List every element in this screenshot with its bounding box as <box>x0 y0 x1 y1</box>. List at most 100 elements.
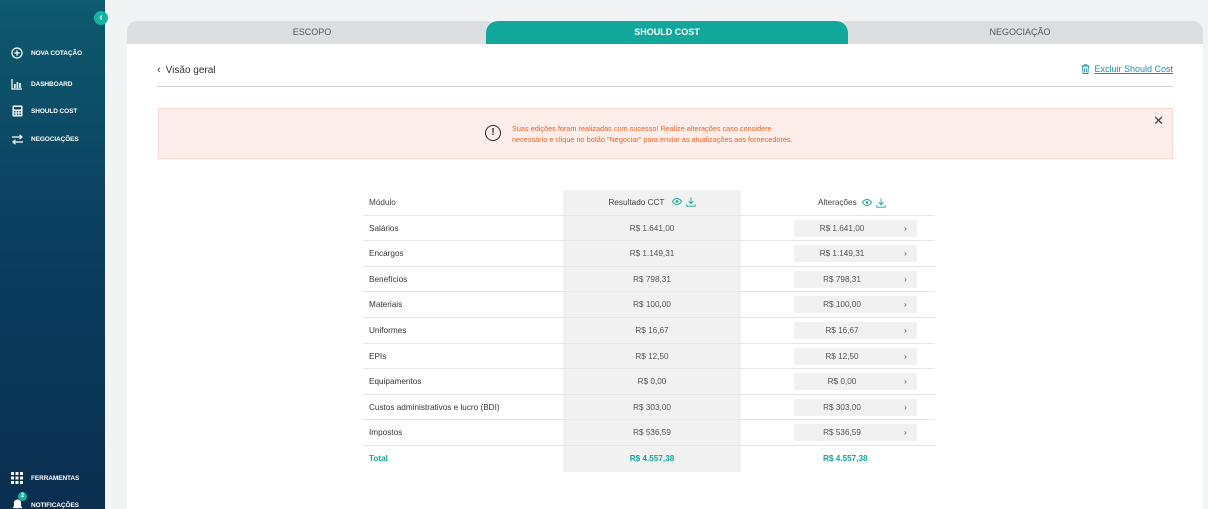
change-value-button[interactable]: R$ 1.641,00 › <box>794 219 917 237</box>
module-label: Equipamentos <box>369 377 422 387</box>
result-column-cell: R$ 1.149,31 <box>563 241 741 266</box>
change-value-button[interactable]: R$ 1.149,31 › <box>794 245 917 263</box>
table-row: Uniformes R$ 16,67 R$ 16,67 › <box>363 317 935 344</box>
module-label: Custos administrativos e lucro (BDI) <box>369 402 500 412</box>
close-alert-icon[interactable]: ✕ <box>1153 113 1164 129</box>
eye-icon[interactable] <box>861 199 872 206</box>
download-icon[interactable] <box>685 197 696 207</box>
cct-result-value: R$ 12,50 <box>635 351 669 361</box>
main-panel: ‹ Visão geral Excluir Should Cost ! Suas… <box>127 44 1203 509</box>
back-label: Visão geral <box>165 64 216 76</box>
chevron-right-icon: › <box>904 222 907 233</box>
sidebar: ‹ NOVA COTAÇÃO DASHBOARD SHOULD COST NEG… <box>0 0 108 509</box>
cct-result-value: R$ 536,59 <box>633 428 671 438</box>
result-column-cell: R$ 100,00 <box>563 292 741 317</box>
sidebar-item-notificacoes[interactable]: 2 NOTIFICAÇÕES <box>10 492 79 509</box>
change-value-button[interactable]: R$ 12,50 › <box>794 347 917 365</box>
tab-bar: ESCOPO NEGOCIAÇÃO SHOULD COST <box>127 21 1203 44</box>
header-divider <box>157 86 1173 87</box>
result-column-cell: R$ 0,00 <box>563 369 741 394</box>
column-header-resultado: Resultado CCT <box>563 190 741 215</box>
swap-arrows-icon <box>10 132 24 146</box>
sidebar-item-negociacoes[interactable]: NEGOCIAÇÕES <box>10 132 79 146</box>
table-row: Encargos R$ 1.149,31 R$ 1.149,31 › <box>363 241 935 267</box>
chevron-right-icon: › <box>904 324 907 335</box>
table-row: Benefícios R$ 798,31 R$ 798,31 › <box>363 266 935 293</box>
change-value-button[interactable]: R$ 536,59 › <box>794 424 917 442</box>
change-value: R$ 100,00 <box>823 300 861 310</box>
table-row: Materiais R$ 100,00 R$ 100,00 › <box>363 292 935 318</box>
notification-count-badge: 2 <box>18 492 27 501</box>
chevron-right-icon: › <box>904 401 907 412</box>
download-icon[interactable] <box>876 198 886 208</box>
tab-escopo[interactable]: ESCOPO <box>127 21 497 44</box>
table-total-row: Total R$ 4.557,38 R$ 4.557,38 <box>363 445 935 472</box>
result-column-cell: Resultado CCT <box>563 190 741 215</box>
info-exclamation-icon: ! <box>485 125 501 141</box>
plus-circle-icon <box>10 46 24 60</box>
cct-result-value: R$ 100,00 <box>633 300 671 310</box>
change-value: R$ 536,59 <box>823 428 861 438</box>
change-value: R$ 16,67 <box>825 325 859 335</box>
table-row: Custos administrativos e lucro (BDI) R$ 3… <box>363 394 935 421</box>
table-row: EPIs R$ 12,50 R$ 12,50 › <box>363 343 935 370</box>
change-value-button[interactable]: R$ 100,00 › <box>794 296 917 314</box>
change-value-button[interactable]: R$ 798,31 › <box>794 270 917 288</box>
result-column-cell: R$ 12,50 <box>563 343 741 369</box>
alert-message: Suas edições foram realizadas com sucess… <box>512 123 793 145</box>
result-column-cell: R$ 798,31 <box>563 266 741 292</box>
table-header-row: Módulo Resultado CCT Alterações <box>363 190 935 216</box>
table-row: Equipamentos R$ 0,00 R$ 0,00 › <box>363 369 935 395</box>
delete-should-cost-label: Excluir Should Cost <box>1094 64 1173 74</box>
result-column-cell: R$ 4.557,38 <box>563 445 741 472</box>
module-label: Impostos <box>369 428 403 438</box>
change-value: R$ 1.149,31 <box>819 249 865 259</box>
cct-result-value: R$ 303,00 <box>633 402 671 412</box>
column-header-modulo: Módulo <box>369 198 396 207</box>
delete-should-cost-link[interactable]: Excluir Should Cost <box>1081 64 1173 74</box>
sidebar-item-label: DASHBOARD <box>31 80 73 88</box>
chevron-right-icon: › <box>904 427 907 438</box>
alert-message-line-1: Suas edições foram realizadas com sucess… <box>512 124 772 133</box>
sidebar-item-should-cost[interactable]: SHOULD COST <box>10 104 77 118</box>
sidebar-item-nova-cotacao[interactable]: NOVA COTAÇÃO <box>10 46 82 60</box>
cct-result-value: R$ 1.149,31 <box>629 249 675 259</box>
total-change-value: R$ 4.557,38 <box>823 453 868 463</box>
tab-negociacao[interactable]: NEGOCIAÇÃO <box>837 21 1203 44</box>
chevron-right-icon: › <box>904 350 907 361</box>
should-cost-table: Módulo Resultado CCT Alterações Salários… <box>363 190 935 472</box>
sidebar-item-dashboard[interactable]: DASHBOARD <box>10 77 72 91</box>
sidebar-item-label: NOVA COTAÇÃO <box>31 49 83 57</box>
cct-result-value: R$ 0,00 <box>637 377 667 387</box>
chevron-left-icon: ‹ <box>157 64 161 76</box>
change-value-button[interactable]: R$ 16,67 › <box>794 321 917 339</box>
module-label: Uniformes <box>369 325 407 335</box>
cct-result-value: R$ 1.641,00 <box>629 223 675 233</box>
change-value: R$ 798,31 <box>823 274 861 284</box>
table-row: Salários R$ 1.641,00 R$ 1.641,00 › <box>363 215 935 242</box>
total-cct-result-value: R$ 4.557,38 <box>629 453 675 463</box>
sidebar-item-ferramentas[interactable]: FERRAMENTAS <box>10 471 79 485</box>
chevron-right-icon: › <box>904 273 907 284</box>
change-value: R$ 12,50 <box>825 351 859 361</box>
bell-icon: 2 <box>10 492 27 509</box>
collapse-sidebar-button[interactable]: ‹ <box>94 11 108 25</box>
cct-result-value: R$ 798,31 <box>633 274 671 284</box>
tab-should-cost[interactable]: SHOULD COST <box>486 21 848 44</box>
change-value: R$ 1.641,00 <box>819 223 865 233</box>
chevron-right-icon: › <box>904 248 907 259</box>
back-to-overview-link[interactable]: ‹ Visão geral <box>157 64 216 76</box>
chevron-right-icon: › <box>904 376 907 387</box>
alert-message-line-2: necessário e clique no botão "Negociar" … <box>512 135 793 144</box>
change-value: R$ 0,00 <box>827 377 857 387</box>
result-column-cell: R$ 536,59 <box>563 420 741 445</box>
eye-icon[interactable] <box>671 198 682 205</box>
module-label: Benefícios <box>369 274 408 284</box>
change-value-button[interactable]: R$ 303,00 › <box>794 398 917 416</box>
result-column-cell: R$ 16,67 <box>563 317 741 343</box>
result-column-cell: R$ 1.641,00 <box>563 215 741 241</box>
chevron-right-icon: › <box>904 299 907 310</box>
sidebar-item-label: NOTIFICAÇÕES <box>31 501 79 509</box>
total-label: Total <box>369 453 388 463</box>
change-value-button[interactable]: R$ 0,00 › <box>794 373 917 391</box>
